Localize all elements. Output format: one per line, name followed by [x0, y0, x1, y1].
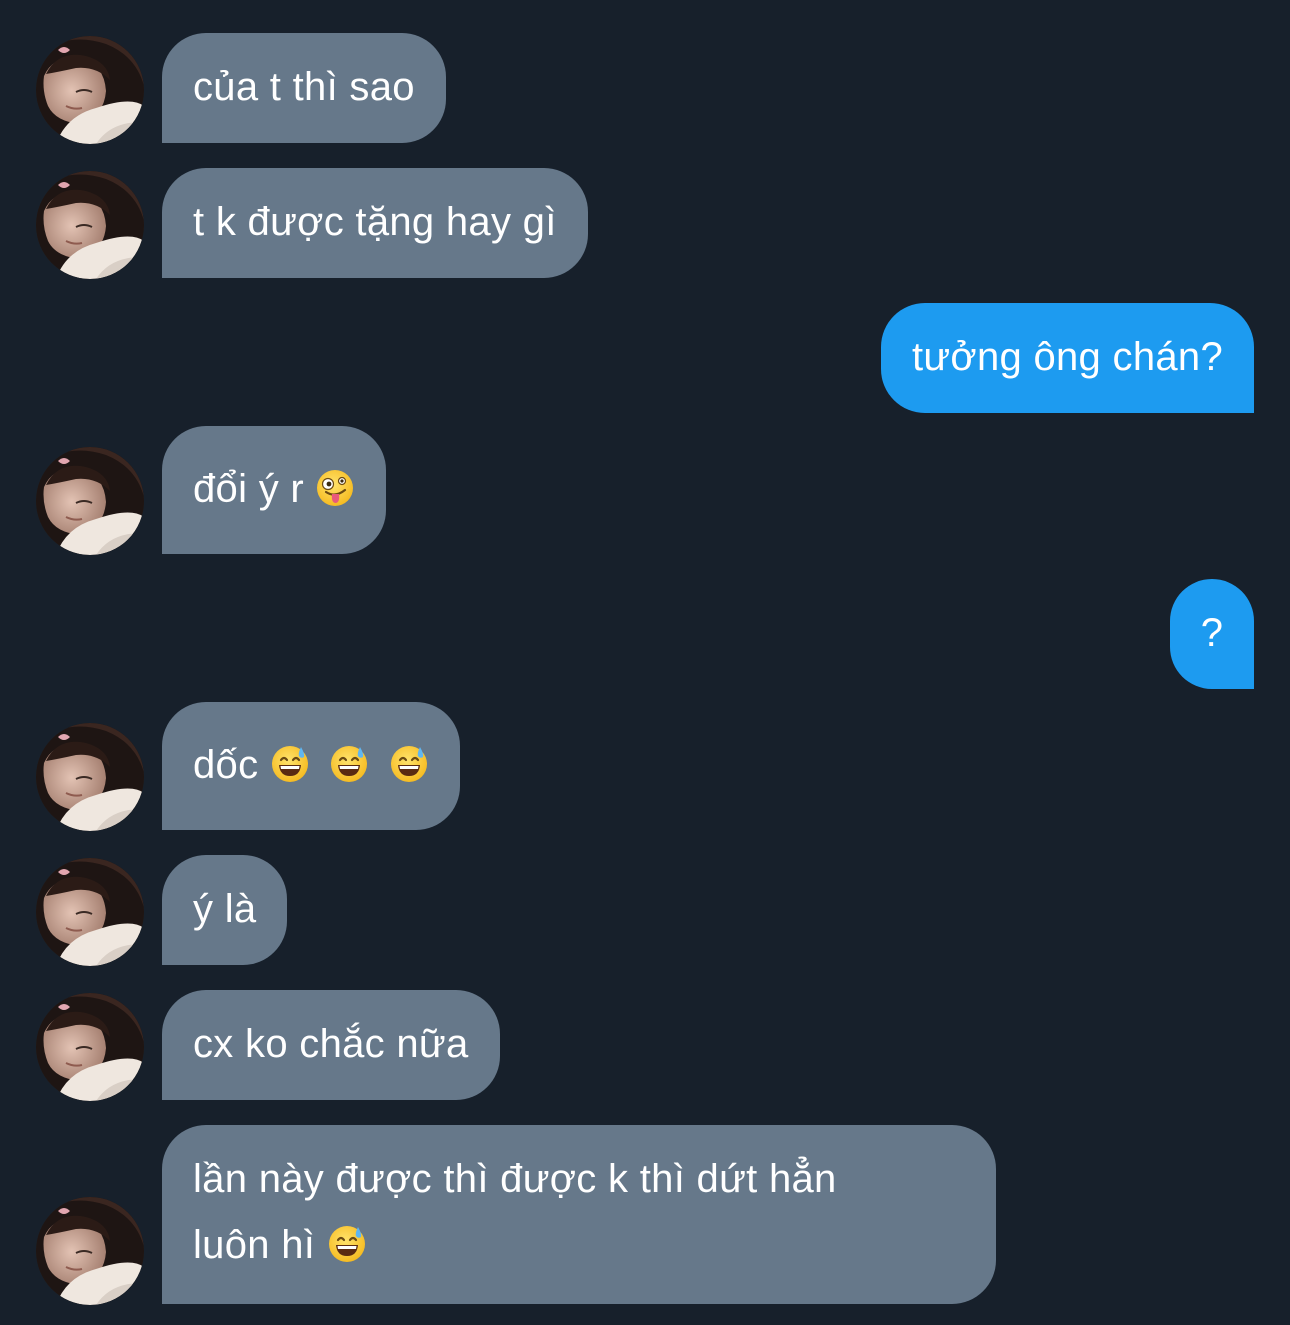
sender-avatar[interactable] [36, 723, 144, 831]
message-bubble-incoming[interactable]: ý là [162, 855, 288, 965]
message-text: t k được tặng hay gì [193, 200, 557, 244]
grinning-sweat-icon [327, 1224, 367, 1264]
sender-avatar[interactable] [36, 1197, 144, 1305]
message-bubble-outgoing[interactable]: tưởng ông chán? [880, 303, 1254, 413]
message-text: tưởng ông chán? [911, 335, 1223, 379]
dm-conversation: của t thì sao t k được tặng hay gì tưởng… [0, 0, 1290, 1325]
message-bubble-incoming[interactable]: lần này được thì được k thì dứt hẳn luôn… [162, 1125, 996, 1304]
message-text: ý là [193, 887, 257, 931]
grinning-sweat-icon [389, 744, 429, 784]
sender-avatar[interactable] [36, 858, 144, 966]
sender-avatar[interactable] [36, 447, 144, 555]
sender-avatar[interactable] [36, 171, 144, 279]
message-text-line-with-emoji: luôn hì [193, 1212, 965, 1278]
message-bubble-incoming[interactable]: cx ko chắc nữa [162, 990, 500, 1100]
message-bubble-incoming[interactable]: t k được tặng hay gì [162, 168, 588, 278]
message-bubble-incoming[interactable]: dốc [162, 702, 460, 830]
message-text: của t thì sao [193, 65, 415, 109]
message-text: cx ko chắc nữa [193, 1022, 469, 1066]
message-text: luôn hì [193, 1223, 316, 1267]
message-bubble-outgoing[interactable]: ? [1170, 579, 1254, 689]
message-text-line: lần này được thì được k thì dứt hẳn [193, 1157, 837, 1201]
message-text: ? [1200, 611, 1224, 655]
message-bubble-incoming[interactable]: của t thì sao [162, 33, 446, 143]
sender-avatar[interactable] [36, 36, 144, 144]
message-text: dốc [193, 743, 259, 787]
message-text: đổi ý r [193, 467, 305, 511]
zany-face-icon [315, 468, 355, 508]
grinning-sweat-icon [270, 744, 310, 784]
grinning-sweat-icon [329, 744, 369, 784]
sender-avatar[interactable] [36, 993, 144, 1101]
message-bubble-incoming[interactable]: đổi ý r [162, 426, 387, 554]
